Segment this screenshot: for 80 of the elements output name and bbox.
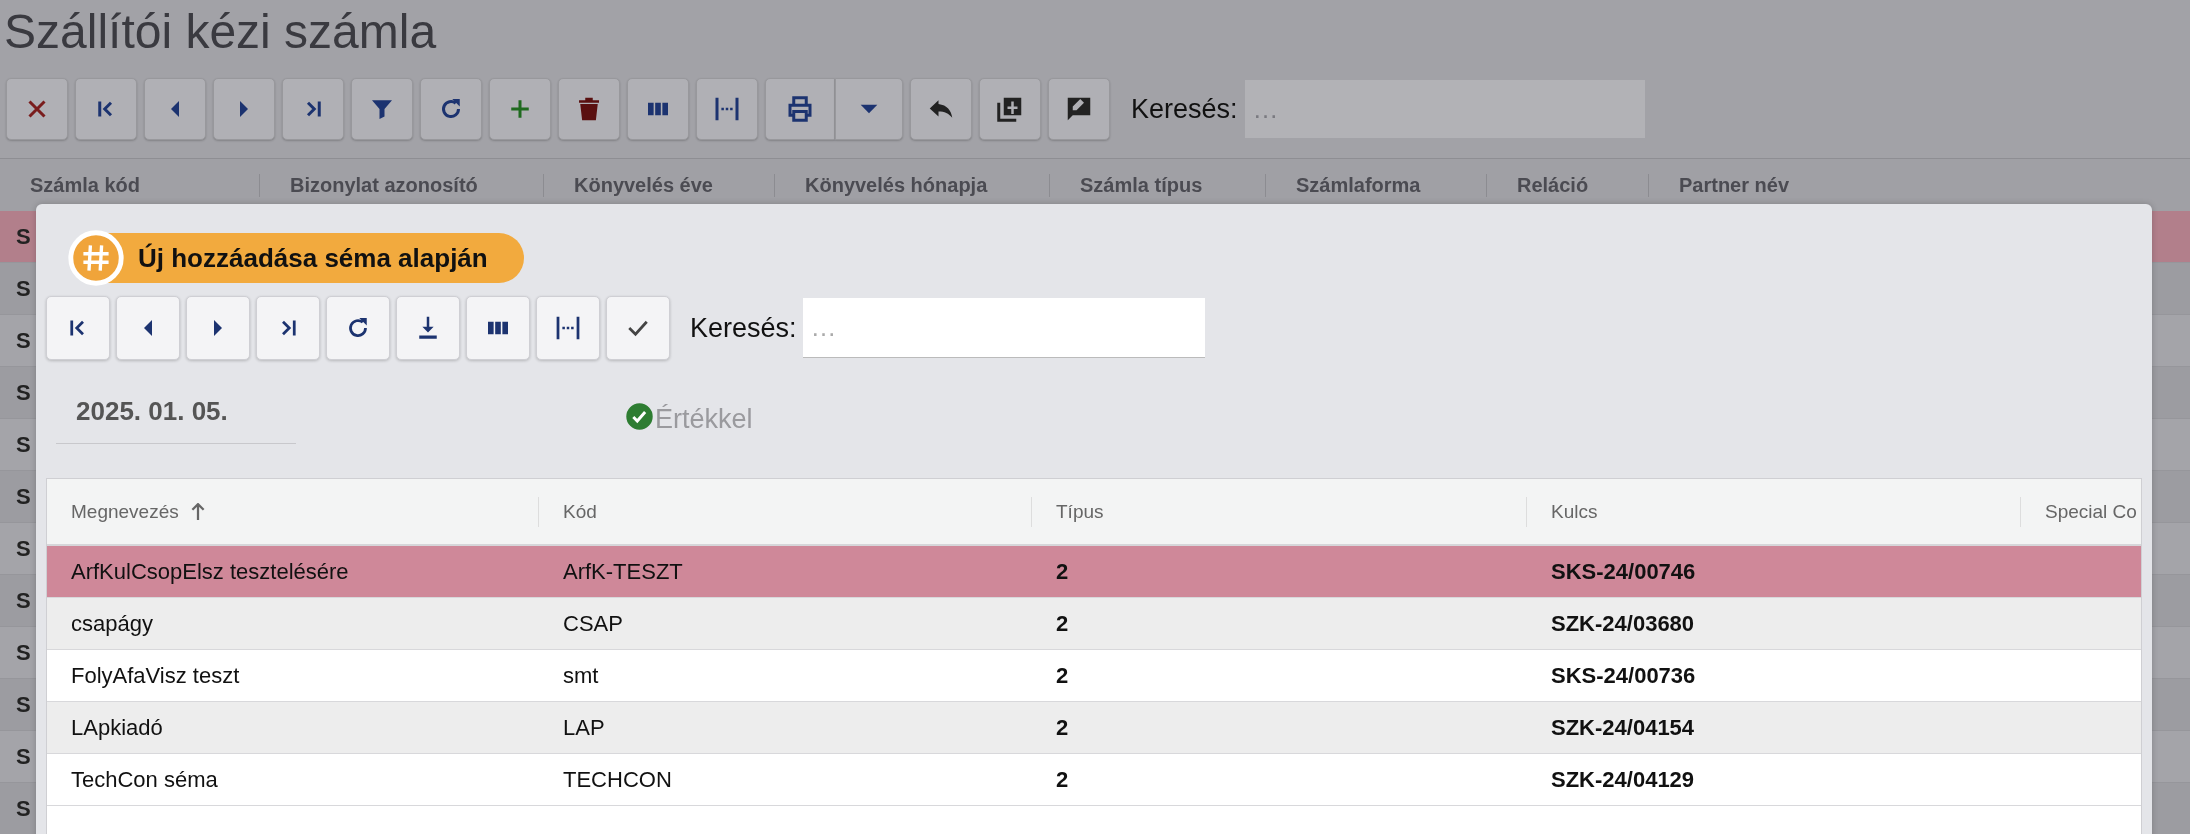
columns-button[interactable] bbox=[466, 296, 530, 360]
print-button[interactable] bbox=[765, 78, 835, 140]
left-triangle-icon bbox=[142, 318, 154, 338]
refresh-button[interactable] bbox=[326, 296, 390, 360]
table-cell-text: S bbox=[15, 327, 31, 354]
right-triangle-icon bbox=[212, 318, 224, 338]
table-cell-text: 2 bbox=[1055, 714, 1070, 741]
column-header[interactable]: Partner név bbox=[1648, 173, 2148, 197]
search-label: Keresés: bbox=[690, 312, 797, 344]
table-cell-text: ArfK-TESZT bbox=[562, 558, 684, 585]
table-cell-text: 2 bbox=[1055, 662, 1070, 689]
table-cell-text: SZK-24/04129 bbox=[1550, 766, 1696, 793]
table-cell-text: SKS-24/00736 bbox=[1550, 662, 1697, 689]
table-cell-text: S bbox=[15, 743, 31, 770]
column-header[interactable]: Számla kód bbox=[0, 173, 259, 197]
table-cell-text: S bbox=[15, 223, 31, 250]
table-cell-text: ArfKulCsopElsz tesztelésére bbox=[70, 558, 350, 585]
table-cell-text: TECHCON bbox=[562, 766, 673, 793]
column-header[interactable]: Kód bbox=[563, 500, 597, 523]
page-title: Szállítói kézi számla bbox=[3, 4, 438, 60]
table-cell-text: S bbox=[15, 691, 31, 718]
table-cell-text: S bbox=[15, 587, 31, 614]
download-button[interactable] bbox=[396, 296, 460, 360]
dialog-title: Új hozzáadása séma alapján bbox=[138, 242, 488, 274]
table-cell-text: SKS-24/00746 bbox=[1550, 558, 1697, 585]
column-header[interactable]: Számla típus bbox=[1049, 173, 1265, 197]
search-field[interactable]: … bbox=[802, 298, 1205, 358]
close-button[interactable] bbox=[6, 78, 68, 140]
table-cell-text: SZK-24/04154 bbox=[1550, 714, 1696, 741]
table-cell-text: CSAP bbox=[562, 610, 624, 637]
fit-width-button[interactable] bbox=[696, 78, 758, 140]
column-header[interactable]: Számlaforma bbox=[1265, 173, 1486, 197]
table-row[interactable]: csapágy CSAP 2 SZK-24/03680 bbox=[47, 598, 2141, 650]
search-label: Keresés: bbox=[1131, 93, 1238, 125]
table-cell-text: FolyAfaVisz teszt bbox=[70, 662, 241, 689]
table-cell-text: S bbox=[15, 431, 31, 458]
fit-width-button[interactable] bbox=[536, 296, 600, 360]
column-header[interactable]: Típus bbox=[1056, 500, 1104, 523]
refresh-button[interactable] bbox=[420, 78, 482, 140]
column-header[interactable]: Special Co bbox=[2045, 500, 2137, 523]
filter-button[interactable] bbox=[351, 78, 413, 140]
first-page-button[interactable] bbox=[46, 296, 110, 360]
table-cell-text: TechCon séma bbox=[70, 766, 219, 793]
date-field[interactable]: 2025. 01. 05. bbox=[56, 384, 296, 444]
last-page-button[interactable] bbox=[282, 78, 344, 140]
column-header[interactable]: Könyvelés hónapja bbox=[774, 173, 1049, 197]
search-field[interactable]: … bbox=[1244, 80, 1645, 138]
left-triangle-icon bbox=[169, 99, 181, 119]
table-cell-text: 2 bbox=[1055, 610, 1070, 637]
columns-button[interactable] bbox=[627, 78, 689, 140]
table-cell-text: S bbox=[15, 379, 31, 406]
delete-button[interactable] bbox=[558, 78, 620, 140]
check-circle-icon[interactable] bbox=[626, 402, 653, 430]
undo-button[interactable] bbox=[910, 78, 972, 140]
duplicate-button[interactable] bbox=[979, 78, 1041, 140]
table-cell-text: LApkiadó bbox=[70, 714, 164, 741]
table-cell-text: csapágy bbox=[70, 610, 154, 637]
comment-button[interactable] bbox=[1048, 78, 1110, 140]
first-page-button[interactable] bbox=[75, 78, 137, 140]
table-cell-text: SZK-24/03680 bbox=[1550, 610, 1696, 637]
column-header[interactable]: Kulcs bbox=[1551, 500, 1598, 523]
table-cell-text: S bbox=[15, 535, 31, 562]
table-cell-text: LAP bbox=[562, 714, 606, 741]
caret-icon bbox=[859, 103, 879, 115]
table-cell-text: S bbox=[15, 275, 31, 302]
column-header[interactable]: Könyvelés éve bbox=[543, 173, 774, 197]
column-header[interactable]: Bizonylat azonosító bbox=[259, 173, 543, 197]
table-row[interactable]: LApkiadó LAP 2 SZK-24/04154 bbox=[47, 702, 2141, 754]
table-cell-text: 2 bbox=[1055, 558, 1070, 585]
column-header[interactable]: Megnevezés bbox=[71, 500, 179, 523]
table-cell-text: 2 bbox=[1055, 766, 1070, 793]
right-triangle-icon bbox=[238, 99, 250, 119]
column-header[interactable]: Reláció bbox=[1486, 173, 1648, 197]
last-page-button[interactable] bbox=[256, 296, 320, 360]
table-cell-text: smt bbox=[562, 662, 600, 689]
option-label: Értékkel bbox=[655, 403, 753, 435]
table-cell-text: S bbox=[15, 639, 31, 666]
table-row[interactable]: ArfKulCsopElsz tesztelésére ArfK-TESZT 2 SKS-24/00746 bbox=[47, 546, 2141, 598]
table-cell-text: S bbox=[15, 795, 31, 822]
table-cell-text: S bbox=[15, 483, 31, 510]
